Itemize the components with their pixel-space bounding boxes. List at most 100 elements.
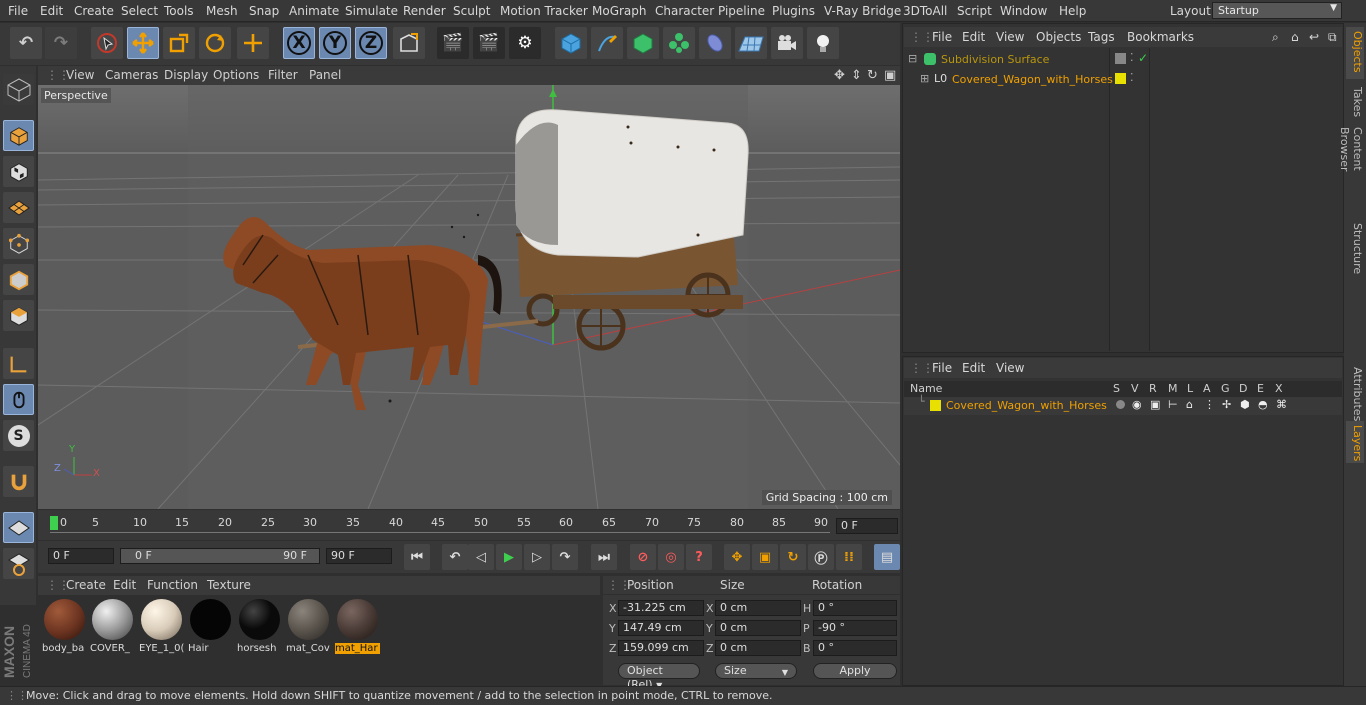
search-icon[interactable]: ⌕ [1272, 30, 1279, 45]
layer-col-r[interactable]: R [1149, 382, 1157, 395]
y-axis-lock-button[interactable]: Y [319, 27, 351, 59]
floor-icon[interactable] [735, 27, 767, 59]
enabled-check-icon[interactable]: ✓ [1138, 51, 1148, 65]
end-frame-field[interactable]: 90 F [326, 548, 392, 564]
material-swatch[interactable]: body_ba [42, 598, 87, 656]
object-menu-view[interactable]: View [996, 30, 1024, 44]
make-editable-icon[interactable] [3, 74, 34, 105]
material-menu-texture[interactable]: Texture [207, 578, 251, 592]
rotation-b-field[interactable]: 0 ° [813, 640, 897, 656]
menu-window[interactable]: Window [1000, 4, 1047, 18]
key-rotation-icon[interactable]: ↻ [780, 544, 806, 570]
viewport-menu-panel[interactable]: Panel [309, 68, 341, 82]
camera-icon[interactable] [771, 27, 803, 59]
solo-icon[interactable] [1116, 400, 1125, 409]
layer-menu-view[interactable]: View [996, 361, 1024, 375]
manager-icon[interactable]: ⊢ [1168, 398, 1178, 411]
live-selection-icon[interactable] [91, 27, 123, 59]
menu-select[interactable]: Select [121, 4, 158, 18]
previous-key-icon[interactable]: ↶ [442, 544, 468, 570]
menu-simulate[interactable]: Simulate [345, 4, 398, 18]
expand-icon[interactable]: ⊞ [920, 72, 929, 85]
visibility-dots-icon[interactable]: ⁚ [1130, 71, 1134, 84]
move-tool-icon[interactable] [127, 27, 159, 59]
light-icon[interactable] [807, 27, 839, 59]
tab-objects[interactable]: Objects [1346, 27, 1364, 79]
tweak-mode-icon[interactable] [3, 384, 34, 415]
deformer-icon[interactable] [699, 27, 731, 59]
material-swatch[interactable]: COVER_ [90, 598, 135, 656]
material-swatch[interactable]: horsesh [237, 598, 282, 656]
render-icon[interactable]: ▣ [1150, 398, 1160, 411]
x-axis-lock-button[interactable]: X [283, 27, 315, 59]
position-x-field[interactable]: -31.225 cm [618, 600, 704, 616]
material-menu-function[interactable]: Function [147, 578, 198, 592]
expressions-icon[interactable]: ◓ [1258, 398, 1268, 411]
viewport-zoom-icon[interactable]: ⇕ [851, 68, 862, 83]
render-settings-icon[interactable]: ⚙ [509, 27, 541, 59]
layer-col-name[interactable]: Name [910, 382, 942, 395]
material-menu-create[interactable]: Create [66, 578, 106, 592]
viewport-rotate-icon[interactable]: ↻ [867, 68, 878, 83]
rotation-p-field[interactable]: -90 ° [813, 620, 897, 636]
material-swatch[interactable]: mat_Cov [286, 598, 331, 656]
viewport-menu-cameras[interactable]: Cameras [105, 68, 158, 82]
menu-create[interactable]: Create [74, 4, 114, 18]
animation-icon[interactable]: ⋮ [1204, 398, 1215, 411]
menu-3dtoall[interactable]: 3DToAll [903, 4, 947, 18]
viewport-menu-options[interactable]: Options [213, 68, 259, 82]
lock-icon[interactable]: ⌂ [1186, 398, 1193, 411]
layer-col-g[interactable]: G [1221, 382, 1230, 395]
edges-mode-icon[interactable] [3, 264, 34, 295]
menu-plugins[interactable]: Plugins [772, 4, 815, 18]
timeline-window-icon[interactable]: ▤ [874, 544, 900, 570]
z-axis-lock-button[interactable]: Z [355, 27, 387, 59]
snap-magnet-icon[interactable] [3, 466, 34, 497]
layer-col-m[interactable]: M [1168, 382, 1178, 395]
visibility-dots-icon[interactable]: ⁚ [1130, 51, 1134, 64]
apply-button[interactable]: Apply [813, 663, 897, 679]
tab-attributes[interactable]: Attributes [1346, 363, 1364, 421]
object-menu-file[interactable]: File [932, 30, 952, 44]
keyframe-selection-icon[interactable]: ? [686, 544, 712, 570]
layer-col-s[interactable]: S [1113, 382, 1120, 395]
layer-color-swatch[interactable] [930, 400, 941, 411]
layer-color-swatch[interactable] [1115, 73, 1126, 84]
layer-menu-edit[interactable]: Edit [962, 361, 985, 375]
rotate-tool-icon[interactable] [199, 27, 231, 59]
menu-snap[interactable]: Snap [249, 4, 279, 18]
record-keys-icon[interactable]: ⊘ [630, 544, 656, 570]
deformers-icon[interactable]: ⬢ [1240, 398, 1250, 411]
material-swatch[interactable]: EYE_1_0( [139, 598, 184, 656]
menu-vray-bridge[interactable]: V-Ray Bridge [824, 4, 901, 18]
frame-ruler[interactable]: 0 5 10 15 20 25 30 35 40 45 50 55 60 65 … [50, 514, 830, 536]
render-picture-viewer-icon[interactable]: 🎬 [473, 27, 505, 59]
go-to-start-icon[interactable]: ⏮ [404, 544, 430, 570]
object-menu-tags[interactable]: Tags [1088, 30, 1115, 44]
material-menu-edit[interactable]: Edit [113, 578, 136, 592]
pen-spline-icon[interactable] [591, 27, 623, 59]
menu-edit[interactable]: Edit [40, 4, 63, 18]
layer-col-e[interactable]: E [1257, 382, 1264, 395]
menu-mesh[interactable]: Mesh [206, 4, 238, 18]
transform-tool-icon[interactable] [237, 27, 269, 59]
start-frame-field[interactable]: 0 F [48, 548, 114, 564]
menu-pipeline[interactable]: Pipeline [718, 4, 765, 18]
position-y-field[interactable]: 147.49 cm [618, 620, 704, 636]
layer-menu-file[interactable]: File [932, 361, 952, 375]
key-pla-icon[interactable]: ⁞⁞ [836, 544, 862, 570]
object-row-subdivision-surface[interactable]: ⊟ Subdivision Surface ⁚ ✓ [904, 51, 1342, 70]
rotation-h-field[interactable]: 0 ° [813, 600, 897, 616]
menu-tools[interactable]: Tools [164, 4, 194, 18]
material-swatch-selected[interactable]: mat_Har [335, 598, 380, 656]
object-menu-objects[interactable]: Objects [1036, 30, 1081, 44]
menu-help[interactable]: Help [1059, 4, 1086, 18]
playhead[interactable] [50, 516, 58, 530]
render-view-icon[interactable]: 🎬 [437, 27, 469, 59]
material-swatch[interactable]: Hair [188, 598, 233, 656]
tab-takes[interactable]: Takes [1346, 83, 1364, 127]
menu-animate[interactable]: Animate [289, 4, 339, 18]
menu-script[interactable]: Script [957, 4, 992, 18]
object-row-covered-wagon[interactable]: ⊞ L0 Covered_Wagon_with_Horses ⁚ [904, 71, 1342, 90]
generators-icon[interactable]: ✢ [1222, 398, 1231, 411]
